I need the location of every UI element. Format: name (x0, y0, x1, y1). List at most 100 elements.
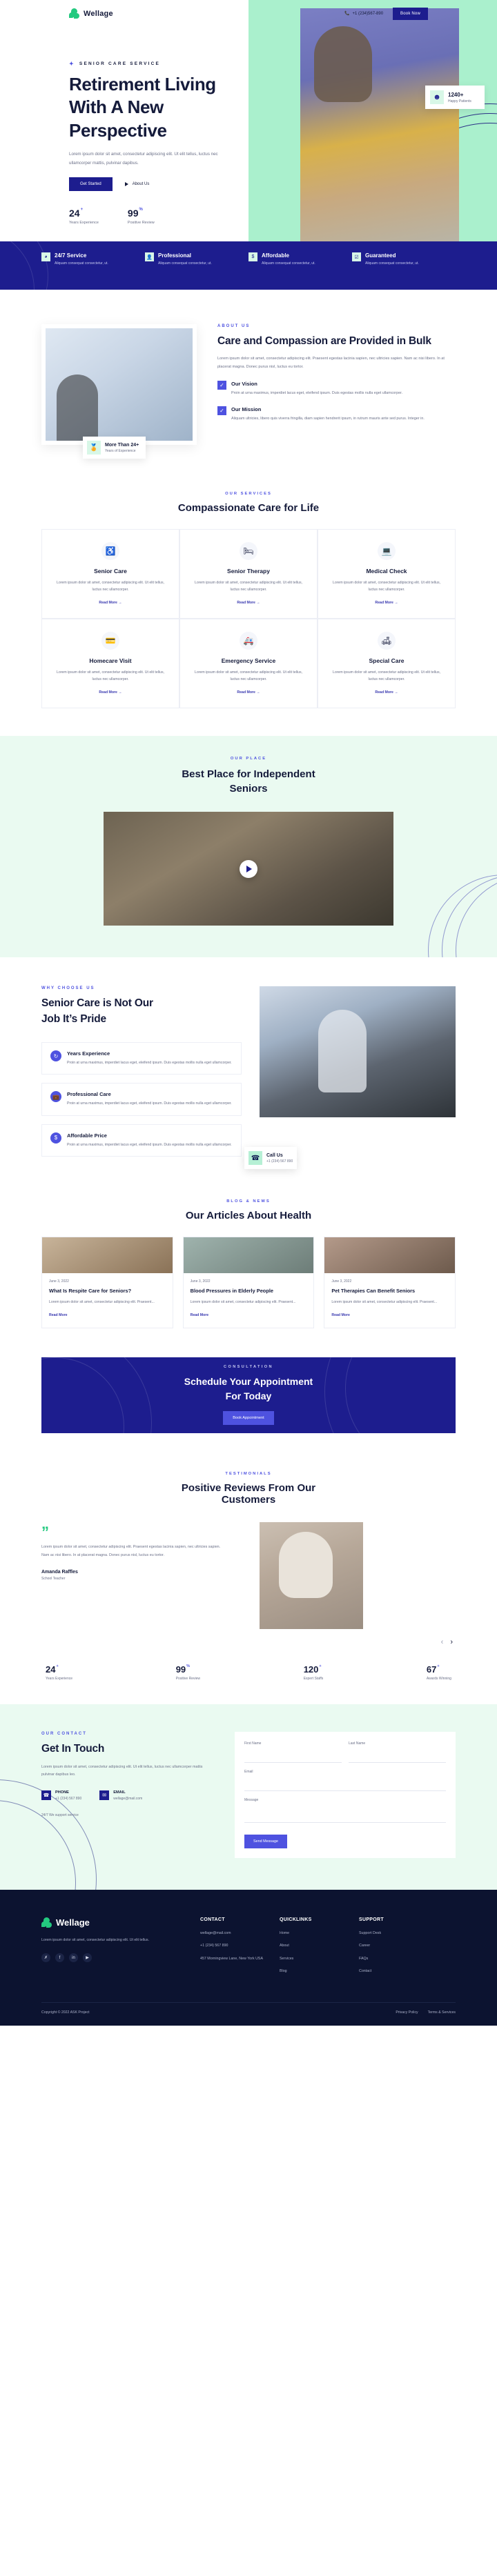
stat-value: 99 (175, 1664, 186, 1675)
terms-link[interactable]: Terms & Services (428, 2010, 456, 2015)
header-phone[interactable]: 📞 +1 (234)567-890 (344, 12, 383, 16)
blog-excerpt: Lorem ipsum dolor sit amet, consectetur … (331, 1300, 438, 1305)
footer-link[interactable]: Services (280, 1956, 359, 1963)
about-point-desc: Aliquam ultricies, libero quis viverra f… (231, 416, 425, 421)
logo-icon (41, 1917, 52, 1928)
footer-link: 457 Morningview Lane, New York USA (200, 1956, 263, 1961)
contact-section: OUR CONTACT Get In Touch Lorem ipsum dol… (0, 1704, 497, 1890)
contact-item[interactable]: ☎ PHONE +1 (234) 567 890 (41, 1790, 81, 1801)
blog-image (42, 1237, 173, 1274)
contact-item-value: +1 (234) 567 890 (55, 1796, 82, 1801)
user-badge-icon: 👤 (145, 252, 154, 261)
hero-stat-item: 99% Positive Review (128, 208, 155, 225)
footer-link[interactable]: Home (280, 1930, 359, 1937)
happy-patients-label: Happy Patients (448, 99, 471, 103)
email-input[interactable] (244, 1780, 446, 1791)
hero-stats: 24 + Years Experience 99% Positive Review (69, 208, 262, 225)
service-card[interactable]: 🛋 Special Care Lorem ipsum dolor sit ame… (318, 618, 456, 708)
service-card[interactable]: ♿ Senior Care Lorem ipsum dolor sit amet… (41, 529, 179, 619)
about-us-label: About Us (132, 181, 150, 186)
blog-read-more[interactable]: Read More (49, 1313, 68, 1317)
testimonial-next-button[interactable]: › (450, 1638, 453, 1646)
blog-card[interactable]: June 3, 2022 Blood Pressures in Elderly … (182, 1237, 315, 1328)
service-read-more[interactable]: Read More → (237, 690, 260, 695)
testimonials-eyebrow: TESTIMONIALS (225, 1471, 272, 1476)
first-name-label: First Name (244, 1741, 262, 1746)
blog-read-more[interactable]: Read More (191, 1313, 209, 1317)
service-read-more[interactable]: Read More → (99, 690, 121, 695)
linkedin-icon[interactable]: in (69, 1953, 78, 1963)
blog-card[interactable]: June 3, 2022 What Is Respite Care for Se… (41, 1237, 173, 1328)
mail-icon: ✉ (99, 1790, 110, 1800)
decorative-arc (324, 1357, 456, 1433)
get-started-button[interactable]: Get Started (69, 177, 113, 191)
testimonials-title-line-1: Positive Reviews From Our (181, 1481, 316, 1494)
message-input[interactable] (244, 1804, 446, 1823)
service-title: Special Care (369, 657, 405, 664)
footer-link[interactable]: +1 (234) 567 890 (200, 1943, 280, 1950)
hero-stat-value: 24 (69, 207, 80, 219)
footer-link[interactable]: About (280, 1943, 359, 1950)
play-button[interactable] (240, 859, 257, 878)
service-card[interactable]: 💻 Medical Check Lorem ipsum dolor sit am… (318, 529, 456, 619)
service-read-more[interactable]: Read More → (375, 601, 398, 605)
stat-label: Years Experience (46, 1676, 73, 1681)
medal-icon: 🏅 (87, 441, 101, 455)
blog-title: Our Articles About Health (185, 1210, 312, 1222)
send-message-button[interactable]: Send Message (244, 1834, 287, 1848)
service-card[interactable]: 💳 Homecare Visit Lorem ipsum dolor sit a… (41, 618, 179, 708)
why-card: 💼 Professional Care Proin at urna maximu… (41, 1083, 242, 1116)
testimonial-prev-button[interactable]: ‹ (441, 1638, 444, 1646)
footer-link[interactable]: wellage@mail.com (200, 1930, 280, 1937)
footer-link[interactable]: Contact (359, 1968, 438, 1975)
blog-post-title: What Is Respite Care for Seniors? (49, 1288, 132, 1295)
about-point-title: Our Vision (231, 380, 257, 387)
book-appointment-button[interactable]: Book Appointment (223, 1410, 274, 1425)
service-read-more[interactable]: Read More → (99, 601, 121, 605)
footer-copyright: Copyright © 2022 ASK Project (41, 2010, 90, 2015)
youtube-icon[interactable]: ▶ (83, 1953, 92, 1963)
video-title: Best Place for Independent Seniors (41, 767, 456, 797)
hero-stat-item: 24 + Years Experience (69, 208, 99, 225)
facebook-icon[interactable]: f (55, 1953, 64, 1963)
feature-bar: ◕ 24/7 Service Aliquam consequat consect… (0, 241, 497, 290)
hero-stat-suffix: % (139, 207, 143, 212)
footer-link[interactable]: Blog (280, 1968, 359, 1975)
contact-item[interactable]: ✉ EMAIL wellage@mail.com (99, 1790, 142, 1801)
hero-photo (300, 8, 459, 241)
stat-value: 120 (303, 1664, 319, 1675)
about-photo (41, 324, 197, 445)
footer-brand-logo[interactable]: Wellage (41, 1917, 200, 1928)
feature-title: Professional (158, 252, 192, 259)
dollar-circle-icon: $ (50, 1132, 61, 1144)
contact-note: 24/7 We support service (41, 1813, 79, 1817)
call-us-card[interactable]: ☎ Call Us +1 (234) 567 890 (244, 1147, 298, 1170)
footer-column-quicklinks: QUICKLINKS Home About Services Blog (280, 1917, 359, 1981)
feature-item: ◕ 24/7 Service Aliquam consequat consect… (41, 252, 145, 268)
header-phone-number: +1 (234)567-890 (352, 12, 384, 16)
video-eyebrow: OUR PLACE (230, 756, 267, 761)
service-card[interactable]: 🛏 Senior Therapy Lorem ipsum dolor sit a… (179, 529, 318, 619)
footer-link[interactable]: Career (359, 1943, 438, 1950)
video-thumbnail[interactable] (104, 812, 393, 926)
testimonials-title-line-2: Customers (221, 1493, 276, 1506)
footer-description: Lorem ipsum dolor sit amet, consectetur … (41, 1937, 149, 1942)
service-read-more[interactable]: Read More → (375, 690, 398, 695)
blog-read-more[interactable]: Read More (331, 1313, 350, 1317)
blog-card[interactable]: June 3, 2022 Pet Therapies Can Benefit S… (324, 1237, 456, 1328)
service-card[interactable]: 🚑 Emergency Service Lorem ipsum dolor si… (179, 618, 318, 708)
footer-link[interactable]: Support Desk (359, 1930, 438, 1937)
first-name-input[interactable] (244, 1752, 342, 1763)
last-name-input[interactable] (349, 1752, 446, 1763)
site-footer: Wellage Lorem ipsum dolor sit amet, cons… (0, 1889, 497, 2026)
why-card-desc: Proin at urna maximus, imperdiet lacus e… (67, 1061, 232, 1066)
privacy-policy-link[interactable]: Privacy Policy (396, 2010, 418, 2015)
why-card-title: Professional Care (67, 1091, 111, 1098)
brand-logo[interactable]: Wellage (69, 8, 113, 19)
about-us-button[interactable]: About Us (124, 181, 150, 186)
twitter-icon[interactable]: ✗ (41, 1953, 50, 1963)
book-now-button[interactable]: Book Now (393, 8, 428, 20)
footer-link[interactable]: FAQs (359, 1956, 438, 1963)
blog-image (324, 1237, 455, 1274)
service-read-more[interactable]: Read More → (237, 601, 260, 605)
